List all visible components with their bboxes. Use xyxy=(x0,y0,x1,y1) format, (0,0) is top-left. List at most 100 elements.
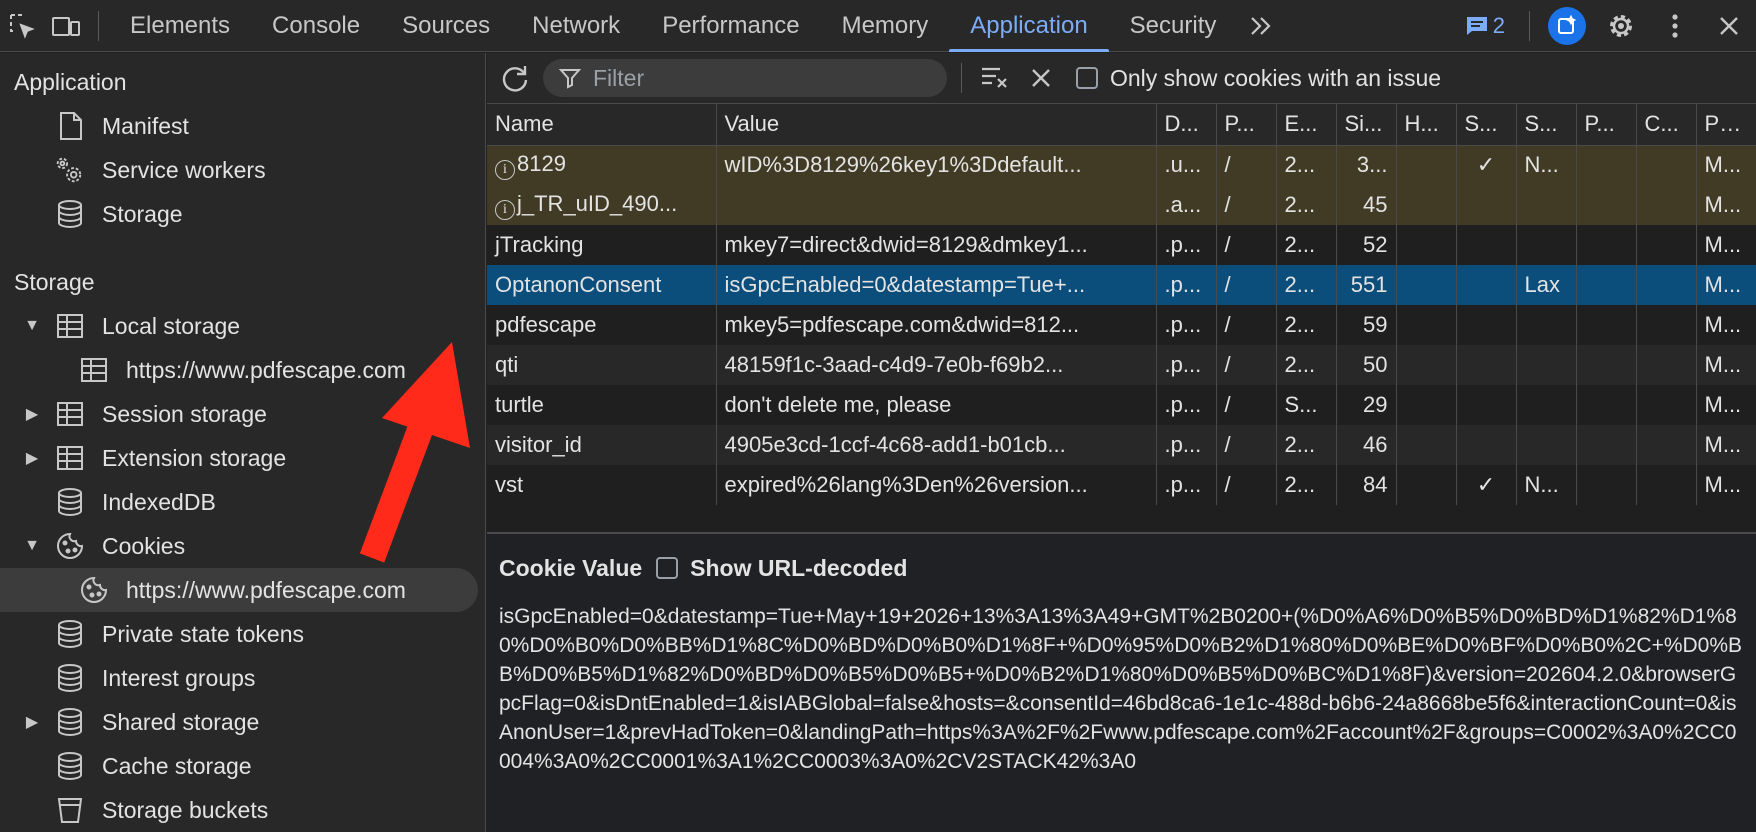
expanded-triangle-icon[interactable]: ▼ xyxy=(22,317,42,335)
cookies-toolbar: Only show cookies with an issue xyxy=(487,53,1756,104)
cookie-value-text[interactable]: isGpcEnabled=0&datestamp=Tue+May+19+2026… xyxy=(499,602,1744,776)
inspect-element-icon[interactable] xyxy=(0,0,44,52)
table-row[interactable]: pdfescape mkey5=pdfescape.com&dwid=812...… xyxy=(487,305,1756,345)
column-header-partition-key[interactable]: P... xyxy=(1576,104,1637,146)
cell-domain-text: .p... xyxy=(1164,432,1202,457)
sidebar-item-shared-storage[interactable]: ▶ Shared storage xyxy=(0,700,485,744)
sidebar-item-storage[interactable]: Storage xyxy=(0,192,485,236)
sidebar-item-storage-buckets[interactable]: Storage buckets xyxy=(0,788,485,832)
table-row[interactable]: vst expired%26lang%3Den%26version... .p...… xyxy=(487,465,1756,505)
column-header-samesite[interactable]: S... xyxy=(1516,104,1577,146)
device-toolbar-icon[interactable] xyxy=(44,0,88,52)
sidebar-item-manifest[interactable]: Manifest xyxy=(0,104,485,148)
cell-partition-key xyxy=(1576,225,1637,265)
tab-security[interactable]: Security xyxy=(1109,0,1238,52)
table-row[interactable]: turtle don't delete me, please .p... / S... 2… xyxy=(487,385,1756,425)
sidebar-item-cache-storage[interactable]: Cache storage xyxy=(0,744,485,788)
tab-memory[interactable]: Memory xyxy=(821,0,950,52)
cell-name-text: jTracking xyxy=(495,232,584,257)
cell-expires-text: 2... xyxy=(1284,432,1316,457)
cell-expires-text: S... xyxy=(1284,392,1318,417)
cell-httponly xyxy=(1396,385,1457,425)
column-header-cross-site[interactable]: C... xyxy=(1636,104,1697,146)
collapsed-triangle-icon[interactable]: ▶ xyxy=(22,404,42,424)
show-url-decoded-checkbox[interactable] xyxy=(656,557,679,579)
filter-input[interactable] xyxy=(593,64,923,92)
table-row[interactable]: i 8129 wID%3D8129%26key1%3Ddefault... .u...… xyxy=(487,145,1756,185)
expanded-triangle-icon[interactable]: ▼ xyxy=(22,537,42,555)
sidebar-item-service-workers[interactable]: Service workers xyxy=(0,148,485,192)
sidebar-item-indexeddb[interactable]: IndexedDB xyxy=(0,480,485,524)
collapsed-triangle-icon[interactable]: ▶ xyxy=(22,712,42,732)
cell-priority-text: M... xyxy=(1704,272,1742,297)
only-issues-checkbox[interactable] xyxy=(1076,67,1098,89)
sidebar-item-label: Session storage xyxy=(102,400,267,427)
column-header-domain[interactable]: D... xyxy=(1156,104,1217,146)
cell-expires-text: 2... xyxy=(1284,232,1316,257)
cell-domain-text: .p... xyxy=(1164,232,1202,257)
cookies-table: Name Value D... P... E... Si... H... S..… xyxy=(487,104,1756,505)
sidebar-item-cookies-origin[interactable]: https://www.pdfescape.com xyxy=(0,568,478,612)
cell-value: isGpcEnabled=0&datestamp=Tue+... xyxy=(716,265,1157,305)
column-header-expires[interactable]: E... xyxy=(1276,104,1337,146)
cookie-value-heading: Cookie Value xyxy=(499,554,643,581)
close-devtools-icon[interactable] xyxy=(1702,0,1756,52)
table-row[interactable]: jTracking mkey7=direct&dwid=8129&dmkey1..… xyxy=(487,225,1756,265)
clear-filtered-cookies-icon[interactable] xyxy=(972,65,1018,91)
sidebar-item-local-storage-origin[interactable]: https://www.pdfescape.com xyxy=(0,348,485,392)
more-options-kebab-icon[interactable] xyxy=(1648,0,1702,52)
cell-name-text: vst xyxy=(495,472,524,497)
sidebar-item-private-state-tokens[interactable]: Private state tokens xyxy=(0,612,485,656)
cell-partition-key xyxy=(1576,465,1637,505)
cell-size: 84 xyxy=(1336,465,1397,505)
table-icon xyxy=(54,398,86,430)
cell-name-text: pdfescape xyxy=(495,312,597,337)
refresh-icon[interactable] xyxy=(487,63,543,93)
sidebar-item-label: Shared storage xyxy=(102,708,260,735)
column-header-path[interactable]: P... xyxy=(1216,104,1277,146)
column-header-httponly[interactable]: H... xyxy=(1396,104,1457,146)
tab-application[interactable]: Application xyxy=(949,0,1110,52)
cell-samesite xyxy=(1516,305,1577,345)
tab-network[interactable]: Network xyxy=(511,0,641,52)
sidebar-item-interest-groups[interactable]: Interest groups xyxy=(0,656,485,700)
filter-box[interactable] xyxy=(543,59,947,97)
sidebar-item-extension-storage[interactable]: ▶ Extension storage xyxy=(0,436,485,480)
delete-selected-cookie-icon[interactable] xyxy=(1018,67,1064,89)
table-row[interactable]: visitor_id 4905e3cd-1ccf-4c68-add1-b01cb.… xyxy=(487,425,1756,465)
chevron-double-right-icon[interactable] xyxy=(1237,15,1285,37)
sidebar-item-cookies[interactable]: ▼ Cookies xyxy=(0,524,485,568)
cell-priority-text: M... xyxy=(1704,432,1742,457)
cell-name: pdfescape xyxy=(487,305,717,345)
column-header-priority[interactable]: Pri... xyxy=(1696,104,1756,146)
sidebar-item-session-storage[interactable]: ▶ Session storage xyxy=(0,392,485,436)
tab-elements[interactable]: Elements xyxy=(109,0,251,52)
cell-size: 46 xyxy=(1336,425,1397,465)
cell-domain: .p... xyxy=(1156,225,1217,265)
info-warning-icon[interactable]: i xyxy=(495,199,515,220)
column-header-name[interactable]: Name xyxy=(487,104,717,146)
collapsed-triangle-icon[interactable]: ▶ xyxy=(22,448,42,468)
cell-secure-text: ✓ xyxy=(1476,152,1496,178)
table-row[interactable]: OptanonConsent isGpcEnabled=0&datestamp=T… xyxy=(487,265,1756,305)
sidebar-item-local-storage[interactable]: ▼ Local storage xyxy=(0,304,485,348)
sidebar-item-label: Storage buckets xyxy=(102,796,269,823)
cell-priority-text: M... xyxy=(1704,312,1742,337)
settings-gear-icon[interactable] xyxy=(1594,0,1648,52)
tab-performance[interactable]: Performance xyxy=(641,0,820,52)
cell-secure: ✓ xyxy=(1456,465,1517,505)
cell-secure: ✓ xyxy=(1456,145,1517,185)
cell-expires: 2... xyxy=(1276,225,1337,265)
column-header-secure[interactable]: S... xyxy=(1456,104,1517,146)
column-header-value[interactable]: Value xyxy=(716,104,1157,146)
cell-value-text: 4905e3cd-1ccf-4c68-add1-b01cb... xyxy=(724,432,1066,457)
column-header-size[interactable]: Si... xyxy=(1336,104,1397,146)
cell-partition-key xyxy=(1576,345,1637,385)
tab-console[interactable]: Console xyxy=(251,0,381,52)
table-row[interactable]: qti 48159f1c-3aad-c4d9-7e0b-f69b2... .p...… xyxy=(487,345,1756,385)
tab-sources[interactable]: Sources xyxy=(381,0,511,52)
ai-assistance-button[interactable] xyxy=(1540,0,1594,52)
issues-counter[interactable]: 2 xyxy=(1451,13,1519,39)
info-warning-icon[interactable]: i xyxy=(495,159,515,180)
table-row[interactable]: i j_TR_uID_490... .a... / 2... 45 M... xyxy=(487,185,1756,225)
